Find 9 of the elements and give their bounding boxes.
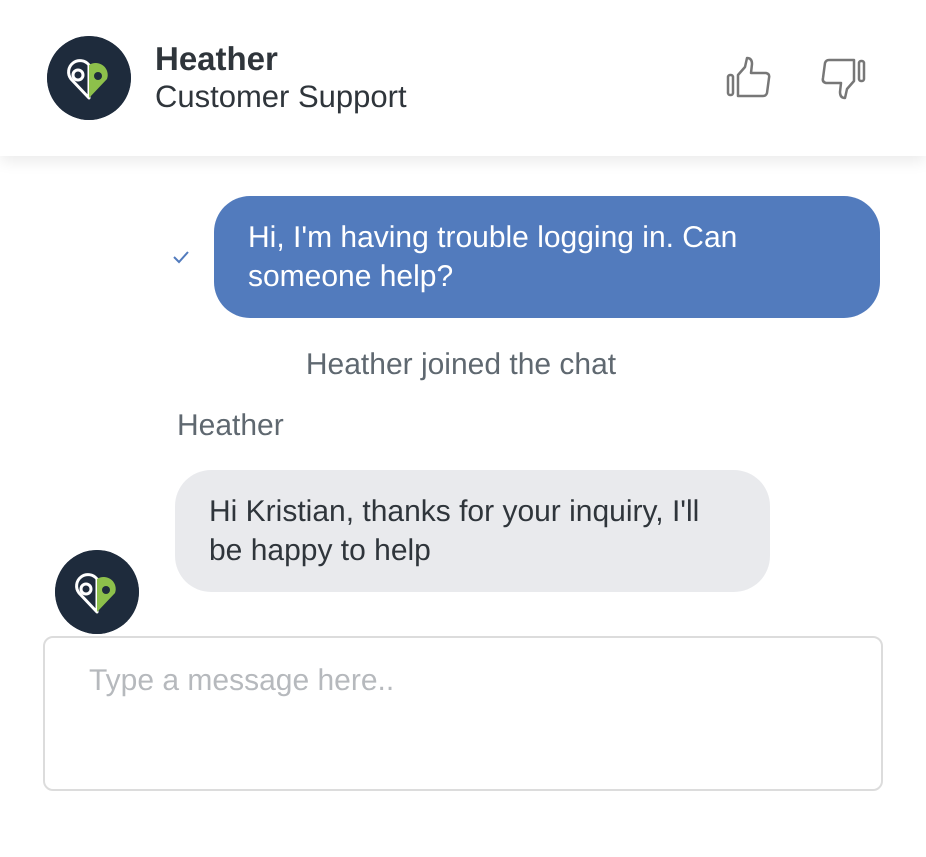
message-input[interactable]: Type a message here.. <box>43 636 883 791</box>
agent-role: Customer Support <box>155 78 407 116</box>
message-bubble: Hi, I'm having trouble logging in. Can someone help? <box>214 196 880 318</box>
logo-icon <box>47 36 131 120</box>
sender-name: Heather <box>177 408 285 444</box>
logo-icon <box>55 550 139 634</box>
message-bubble: Hi Kristian, thanks for your inquiry, I'll be happy to help <box>175 470 770 592</box>
system-message: Heather joined the chat <box>306 348 616 381</box>
agent-name: Heather <box>155 40 279 78</box>
